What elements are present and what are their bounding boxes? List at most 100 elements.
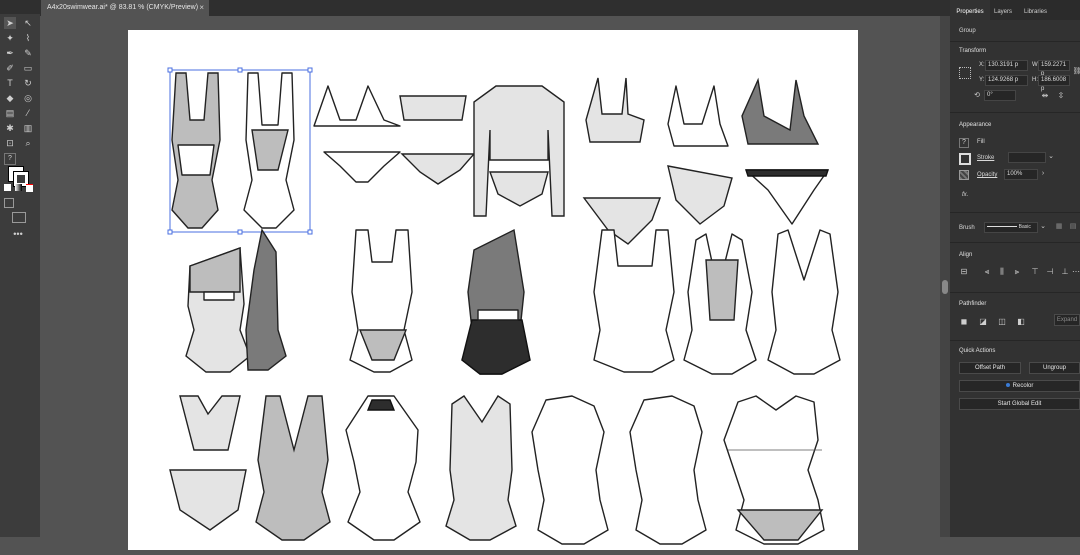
direct-selection-icon[interactable]: ↖ (22, 17, 34, 29)
magic-wand-icon[interactable]: ✦ (4, 32, 16, 44)
selection-handle[interactable] (307, 67, 313, 73)
ungroup-button[interactable]: Ungroup (1029, 362, 1080, 374)
selected-one-piece-back[interactable] (243, 72, 295, 229)
triangle-bikini-top[interactable] (313, 85, 401, 127)
bandeau-top[interactable] (399, 95, 467, 121)
zip-front-one-piece[interactable] (683, 233, 757, 375)
minus-front-icon[interactable]: ◪ (978, 317, 988, 327)
rectangle-tool-icon[interactable]: ▭ (22, 62, 34, 74)
tab-libraries[interactable]: Libraries (1024, 0, 1054, 20)
lasso-icon[interactable]: ⌇ (22, 32, 34, 44)
align-right-icon[interactable]: ⫸ (1012, 267, 1022, 277)
stroke-label[interactable]: Stroke (977, 155, 994, 161)
brush-options-icon[interactable]: ▦ (1054, 222, 1064, 232)
vertical-scrollbar[interactable] (940, 16, 950, 537)
high-neck-one-piece-front[interactable] (531, 395, 609, 545)
unite-icon[interactable]: ◼ (959, 317, 969, 327)
mesh-plunge-one-piece[interactable] (255, 395, 331, 541)
stroke-swatch-icon[interactable] (959, 153, 971, 165)
halter-high-waist-set[interactable] (169, 395, 247, 531)
graph-tool-icon[interactable]: ▥ (22, 122, 34, 134)
draw-mode-icon[interactable] (4, 198, 14, 208)
eraser-icon[interactable]: ◆ (4, 92, 16, 104)
align-to-icon[interactable]: ⊟ (959, 267, 969, 277)
align-left-icon[interactable]: ⫷ (982, 267, 992, 277)
polka-dot-one-piece[interactable] (445, 395, 517, 541)
exclude-icon[interactable]: ◧ (1016, 317, 1026, 327)
y-field[interactable]: 124.9268 p (985, 75, 1028, 86)
eyedropper-icon[interactable]: ⁄ (22, 107, 34, 119)
selection-handle[interactable] (307, 229, 313, 235)
curvature-tool-icon[interactable]: ✎ (22, 47, 34, 59)
align-top-icon[interactable]: ⊤ (1030, 267, 1040, 277)
flip-horizontal-icon[interactable]: ⇹ (1040, 91, 1050, 101)
ruffle-neck-one-piece[interactable] (345, 395, 421, 541)
brush-select[interactable]: Basic (984, 222, 1038, 233)
paintbrush-icon[interactable]: ✐ (4, 62, 16, 74)
strappy-bottom[interactable] (745, 169, 829, 225)
recolor-button[interactable]: Recolor (959, 380, 1080, 392)
flip-vertical-icon[interactable]: ⇳ (1056, 91, 1066, 101)
ruffle-bottom[interactable] (667, 165, 733, 225)
more-tools-icon[interactable]: ••• (12, 228, 24, 240)
asymmetric-one-piece-front[interactable] (185, 247, 251, 373)
triangle-bikini-bottom[interactable] (323, 151, 401, 183)
rotate-tool-icon[interactable]: ↻ (22, 77, 34, 89)
shape-builder-icon[interactable]: ◎ (22, 92, 34, 104)
chevron-right-icon[interactable]: › (1038, 169, 1048, 179)
type-tool-icon[interactable]: T (4, 77, 16, 89)
symbol-sprayer-icon[interactable]: ✱ (4, 122, 16, 134)
align-center-icon[interactable]: ⫼ (997, 267, 1007, 277)
rotate-field[interactable]: 0° (984, 90, 1016, 101)
gradient-mode-icon[interactable] (15, 184, 22, 191)
canvas-area[interactable] (40, 16, 950, 550)
artboard[interactable] (128, 30, 858, 550)
chevron-down-icon[interactable]: ⌄ (1046, 152, 1056, 162)
one-shoulder-one-piece[interactable] (461, 228, 531, 375)
align-middle-icon[interactable]: ⊣ (1045, 267, 1055, 277)
fx-button[interactable]: fx. (962, 192, 968, 198)
lace-triangle-top[interactable] (741, 77, 820, 145)
x-field[interactable]: 130.3191 p (985, 60, 1028, 71)
offset-path-button[interactable]: Offset Path (959, 362, 1021, 374)
cross-back-one-piece[interactable] (349, 229, 413, 373)
color-mode-icon[interactable] (4, 184, 11, 191)
opacity-label[interactable]: Opacity (977, 172, 997, 178)
document-tab[interactable]: A4x20swimwear.ai* @ 83.81 % (CMYK/Previe… (41, 0, 209, 16)
opacity-field[interactable]: 100% (1004, 169, 1038, 180)
pen-tool-icon[interactable]: ✒ (4, 47, 16, 59)
artboard-tool-icon[interactable]: ⊡ (4, 137, 16, 149)
asymmetric-one-piece-back[interactable] (245, 228, 287, 371)
edit-toolbar-icon[interactable]: ? (4, 153, 16, 165)
hipster-bottom[interactable] (582, 197, 661, 245)
plunge-back-one-piece[interactable] (593, 229, 675, 373)
chevron-down-icon[interactable]: ⌄ (1038, 222, 1048, 232)
high-waist-bottom[interactable] (489, 171, 549, 207)
tab-layers[interactable]: Layers (994, 0, 1018, 20)
underwire-top[interactable] (667, 85, 729, 147)
screen-mode-icon[interactable] (12, 212, 26, 223)
selection-handle[interactable] (167, 67, 173, 73)
reference-point-icon[interactable] (959, 67, 971, 79)
balconette-top[interactable] (585, 77, 645, 143)
brush-libraries-icon[interactable]: ▤ (1068, 222, 1078, 232)
selection-handle[interactable] (237, 67, 243, 73)
selection-handle[interactable] (167, 229, 173, 235)
distribute-icon[interactable]: ⋯ (1071, 267, 1080, 277)
tab-properties[interactable]: Properties (950, 0, 990, 20)
selection-handle[interactable] (237, 229, 243, 235)
constrain-proportions-icon[interactable]: ⛓ (1072, 67, 1080, 77)
fill-swatch-icon[interactable]: ? (959, 138, 969, 148)
align-bottom-icon[interactable]: ⊥ (1060, 267, 1070, 277)
intersect-icon[interactable]: ◫ (997, 317, 1007, 327)
start-global-edit-button[interactable]: Start Global Edit (959, 398, 1080, 410)
close-tab-icon[interactable]: × (199, 0, 204, 16)
expand-button[interactable]: Expand (1054, 314, 1080, 326)
tanga-bottom[interactable] (400, 153, 476, 185)
strappy-front-one-piece[interactable] (767, 229, 841, 375)
zoom-tool-icon[interactable]: ⌕ (22, 137, 34, 149)
stroke-weight-field[interactable] (1008, 152, 1046, 163)
bustier-one-piece[interactable] (723, 395, 825, 545)
scrollbar-thumb[interactable] (942, 280, 948, 294)
gradient-icon[interactable]: ▤ (4, 107, 16, 119)
